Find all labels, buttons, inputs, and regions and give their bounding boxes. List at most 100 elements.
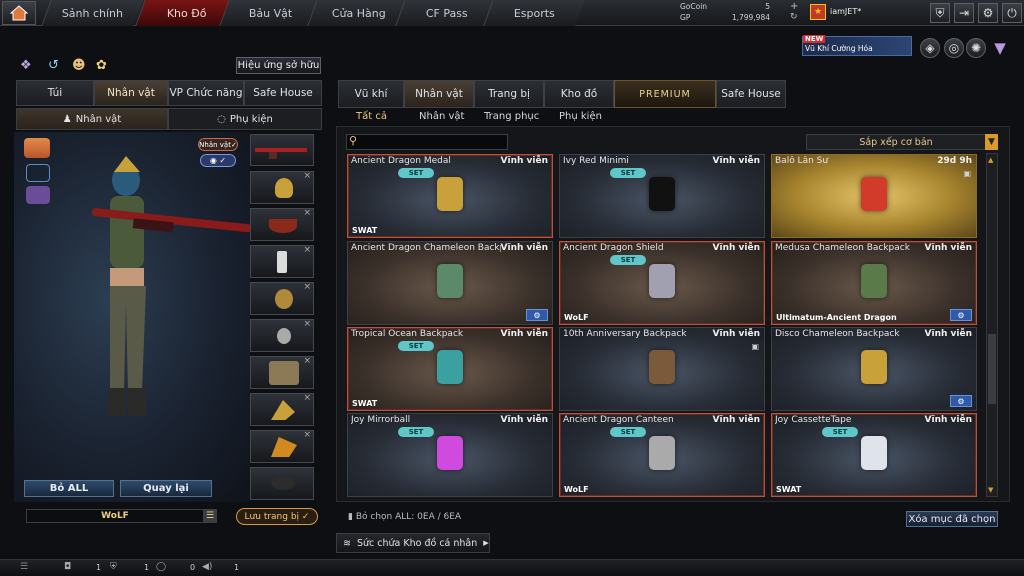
gift-icon[interactable]: ❖ — [20, 58, 32, 73]
deselect-all-label[interactable]: ▮ Bỏ chọn ALL: 0EA / 6EA — [348, 512, 461, 522]
remove-all-button[interactable]: Bỏ ALL — [24, 480, 114, 497]
list-icon[interactable]: ☰ — [20, 562, 28, 572]
item-card[interactable]: 10th Anniversary Backpack Vĩnh viễn ▣ — [559, 327, 765, 411]
slot-empty[interactable] — [250, 467, 314, 500]
remove-icon[interactable]: × — [303, 282, 311, 292]
exit-icon[interactable]: ⇥ — [954, 3, 974, 23]
character-preview[interactable]: Nhân vật ✓ ◉ ✓ — [14, 132, 250, 502]
shield-icon[interactable]: ⛨ — [930, 3, 950, 23]
gear-icon[interactable]: ⚙ — [950, 309, 972, 321]
item-name: Ancient Dragon Canteen — [563, 415, 674, 425]
tab-safe-house[interactable]: Safe House — [244, 80, 322, 106]
item-card[interactable]: Disco Chameleon Backpack Vĩnh viễn ⚙ — [771, 327, 977, 411]
gear-icon[interactable]: ⚙ — [978, 3, 998, 23]
remove-icon[interactable]: × — [303, 319, 311, 329]
eye-toggle[interactable]: ◉ ✓ — [200, 154, 236, 167]
nav-tab-shop[interactable]: Cửa Hàng — [307, 0, 409, 26]
gocoin-value: 5 — [765, 2, 770, 11]
speaker-icon[interactable]: ◀) — [202, 562, 212, 572]
item-card[interactable]: Ancient Dragon Shield Vĩnh viễn SET WoLF — [559, 241, 765, 325]
scrollbar[interactable]: ▲ ▼ — [986, 153, 998, 497]
scroll-up-icon[interactable]: ▲ — [988, 156, 993, 164]
tab-premium[interactable]: PREMIUM — [614, 80, 716, 108]
slot-mask[interactable]: × — [250, 208, 314, 241]
item-card[interactable]: Joy Mirrorball Vĩnh viễn SET — [347, 413, 553, 497]
item-card[interactable]: Ancient Dragon Canteen Vĩnh viễn SET WoLF — [559, 413, 765, 497]
item-card[interactable]: Medusa Chameleon Backpack Vĩnh viễn Ultima… — [771, 241, 977, 325]
remove-icon[interactable]: × — [303, 208, 311, 218]
slot-head[interactable]: × — [250, 282, 314, 315]
item-card[interactable]: Ivy Red Minimi Vĩnh viễn SET — [559, 154, 765, 238]
tab-character[interactable]: Nhân vật — [94, 80, 168, 106]
nav-tab-cfpass[interactable]: CF Pass — [395, 0, 497, 26]
filter-all[interactable]: Tất cả — [356, 111, 387, 122]
tab-character[interactable]: Nhân vật — [404, 80, 474, 108]
tab-storage[interactable]: Kho đồ — [544, 80, 614, 108]
save-equipment-button[interactable]: Lưu trang bị ✓ — [236, 508, 318, 525]
item-card[interactable]: Ancient Dragon Chameleon BackpackVĩnh vi… — [347, 241, 553, 325]
emblem-slot-icon[interactable] — [26, 186, 50, 204]
tab-weapon[interactable]: Vũ khí — [338, 80, 404, 108]
pet-icon[interactable]: ✿ — [96, 58, 107, 73]
deselect-text: Bỏ chọn ALL: 0EA / 6EA — [355, 512, 462, 522]
vip-icon[interactable]: ▼ — [990, 38, 1010, 58]
chat-icon[interactable]: ◯ — [156, 562, 166, 572]
slot-weapon[interactable] — [250, 134, 314, 166]
home-button[interactable] — [2, 1, 36, 25]
subtab-accessory[interactable]: ◌ Phụ kiện — [168, 108, 322, 130]
nav-tab-treasure[interactable]: Bảu Vật — [219, 0, 321, 26]
chevron-down-icon[interactable]: ▼ — [985, 134, 998, 150]
slot-spray[interactable]: × — [250, 430, 314, 463]
search-input[interactable]: ⚲ — [346, 134, 508, 150]
tab-vp-function[interactable]: VP Chức năng — [168, 80, 244, 106]
scroll-thumb[interactable] — [988, 334, 996, 404]
character-toggle[interactable]: Nhân vật ✓ — [198, 138, 238, 151]
tab-bag[interactable]: Túi — [16, 80, 94, 106]
filter-accessory[interactable]: Phụ kiện — [559, 111, 602, 122]
tab-equipment[interactable]: Trang bị — [474, 80, 544, 108]
shield-small-icon: ⛨ — [110, 562, 117, 572]
remove-icon[interactable]: × — [303, 393, 311, 403]
history-icon[interactable]: ↺ — [48, 58, 59, 73]
remove-icon[interactable]: × — [303, 430, 311, 440]
emblem-slot-icon[interactable] — [24, 138, 50, 158]
item-name: Disco Chameleon Backpack — [775, 329, 900, 339]
slot-backpack[interactable]: × — [250, 356, 314, 389]
slot-pet[interactable]: × — [250, 393, 314, 426]
gear-icon[interactable]: ⚙ — [526, 309, 548, 321]
emblem-slot-icon[interactable] — [26, 164, 50, 182]
nav-tab-label: Esports — [514, 6, 555, 20]
gear-icon[interactable]: ⚙ — [950, 395, 972, 407]
tab-safe-house[interactable]: Safe House — [716, 80, 786, 108]
menu-icon[interactable]: ☰ — [203, 509, 217, 523]
remove-icon[interactable]: × — [303, 245, 311, 255]
sort-dropdown[interactable]: Sắp xếp cơ bản — [806, 134, 986, 150]
globe-icon[interactable]: ◎ — [944, 38, 964, 58]
item-card[interactable]: Balô Lân Sư 29d 9h ▣ — [771, 154, 977, 238]
refresh-icon[interactable]: ↻ — [790, 12, 798, 22]
nav-tab-lobby[interactable]: Sảnh chính — [41, 0, 143, 26]
nav-tab-esports[interactable]: Esports — [483, 0, 585, 26]
item-card[interactable]: Joy CassetteTape Vĩnh viễn SET SWAT — [771, 413, 977, 497]
remove-icon[interactable]: × — [303, 356, 311, 366]
slot-helmet[interactable]: × — [250, 171, 314, 204]
remove-icon[interactable]: × — [303, 171, 311, 181]
item-card[interactable]: Tropical Ocean Backpack Vĩnh viễn SET SWAT — [347, 327, 553, 411]
subtab-character[interactable]: ♟ Nhân vật — [16, 108, 168, 130]
power-icon[interactable]: ⏻ — [1002, 3, 1022, 23]
add-coin-icon[interactable]: + — [790, 1, 798, 12]
slot-medal[interactable]: × — [250, 319, 314, 352]
users-icon[interactable]: ☻ — [72, 58, 86, 73]
mission-icon[interactable]: ✺ — [966, 38, 986, 58]
promo-banner[interactable]: NEW Vũ Khí Cường Hóa — [802, 35, 912, 56]
badge-icon[interactable]: ◈ — [920, 38, 940, 58]
scroll-down-icon[interactable]: ▼ — [988, 486, 993, 494]
back-button[interactable]: Quay lại — [120, 480, 212, 497]
clear-selected-button[interactable]: Xóa mục đã chọn — [906, 511, 998, 527]
filter-outfit[interactable]: Trang phục — [484, 111, 539, 122]
item-card[interactable]: Ancient Dragon Medal Vĩnh viễn SET SWAT — [347, 154, 553, 238]
storage-capacity-button[interactable]: ≋ Sức chứa Kho đồ cá nhân ▶ — [336, 533, 490, 553]
owned-effects-button[interactable]: Hiệu ứng sở hữu — [236, 57, 321, 74]
slot-radio[interactable]: × — [250, 245, 314, 278]
filter-character[interactable]: Nhân vật — [419, 111, 464, 122]
